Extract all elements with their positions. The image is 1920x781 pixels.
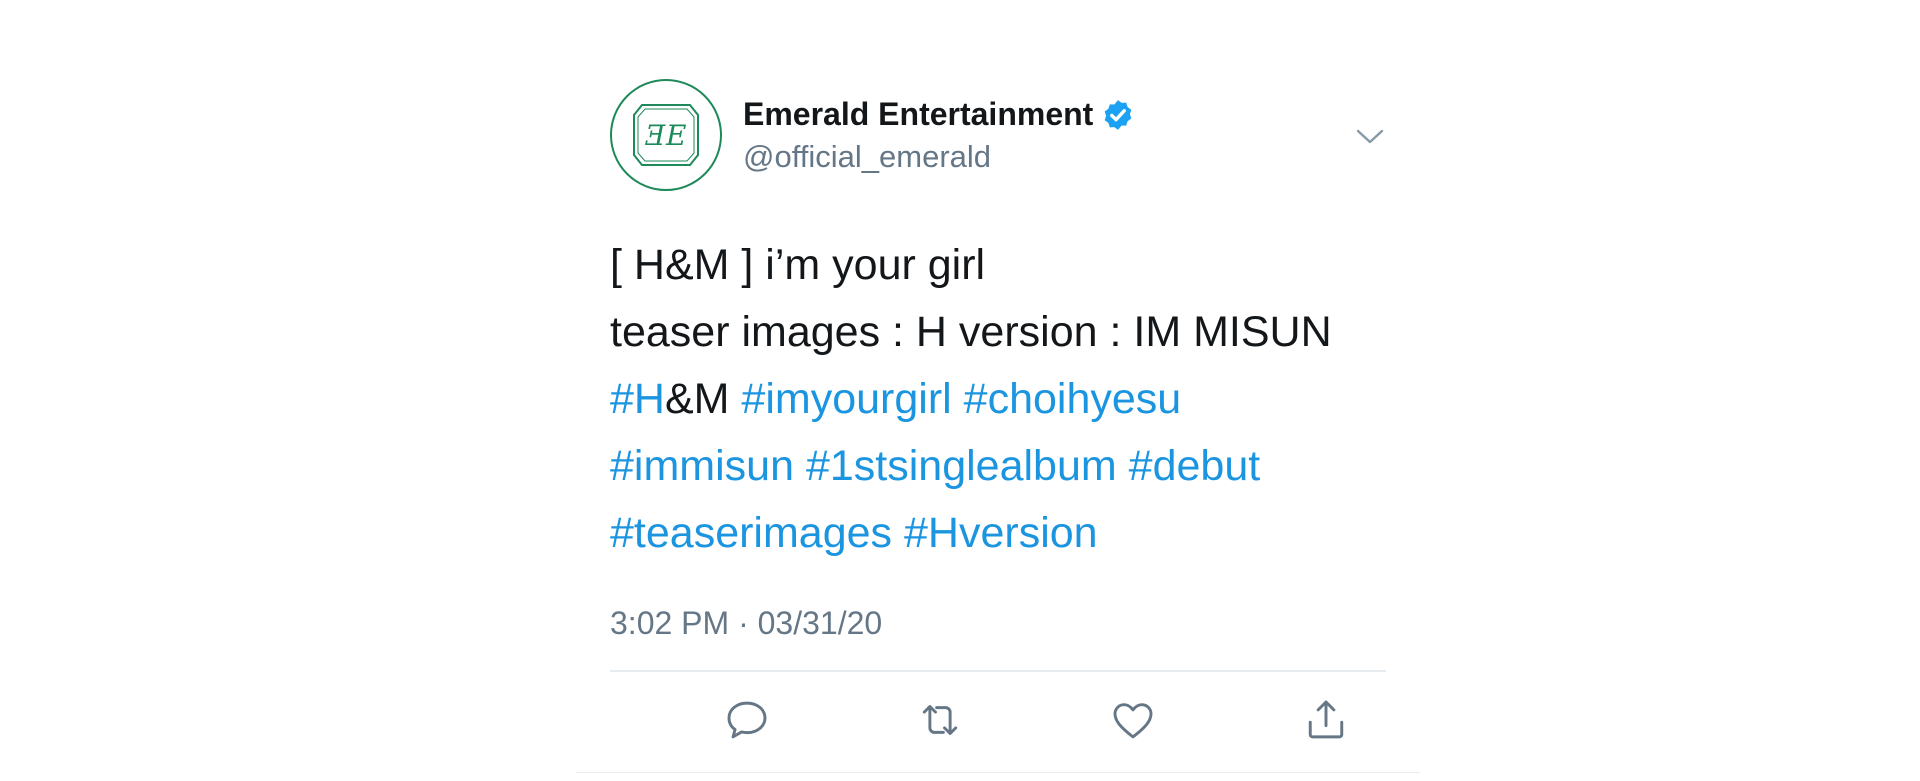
tweet-text: [ H&M ] i’m your girl teaser images : H … [610,232,1400,567]
retweet-button[interactable] [913,693,967,747]
tweet-line-3: #H&M #imyourgirl #choihyesu [610,366,1400,433]
hashtag-debut[interactable]: #debut [1129,442,1261,490]
tweet-line-2: teaser images : H version : IM MISUN [610,308,1332,356]
emerald-logo-icon: ƎE [633,104,699,166]
tweet-line-1: [ H&M ] i’m your girl [610,241,986,289]
like-icon [1113,703,1153,739]
reply-button[interactable] [720,693,774,747]
tweet-actions [610,693,1386,749]
more-options-button[interactable] [1354,122,1386,150]
hashtag-teaserimages[interactable]: #teaserimages [610,509,892,557]
share-button[interactable] [1299,693,1353,747]
avatar[interactable]: ƎE [610,79,722,191]
tweet-line-4: #immisun #1stsinglealbum #debut [610,433,1400,500]
display-name-text: Emerald Entertainment [743,96,1094,132]
hashtag-immisun[interactable]: #immisun [610,442,794,490]
share-icon [1308,700,1344,739]
like-button[interactable] [1106,693,1160,747]
tweet-card: ƎE Emerald Entertainment @official_emera… [576,0,1420,773]
author-handle[interactable]: @official_emerald [743,139,991,175]
hashtag-imyourgirl[interactable]: #imyourgirl [741,375,951,423]
author-display-name[interactable]: Emerald Entertainment [743,96,1135,133]
hashtag-1stsinglealbum[interactable]: #1stsinglealbum [806,442,1117,490]
divider [610,670,1386,672]
verified-badge-icon [1104,99,1132,130]
tweet-timestamp[interactable]: 3:02 PM · 03/31/20 [610,605,882,642]
tweet-line-5: #teaserimages #Hversion [610,500,1400,567]
chevron-down-icon [1356,129,1384,144]
retweet-icon [922,705,958,735]
hashtag-h-rest: &M [664,375,730,423]
hashtag-hversion[interactable]: #Hversion [904,509,1098,557]
avatar-logo-text: ƎE [645,119,687,152]
hashtag-choihyesu[interactable]: #choihyesu [964,375,1182,423]
reply-icon [727,701,767,739]
hashtag-h[interactable]: #H [610,375,665,423]
